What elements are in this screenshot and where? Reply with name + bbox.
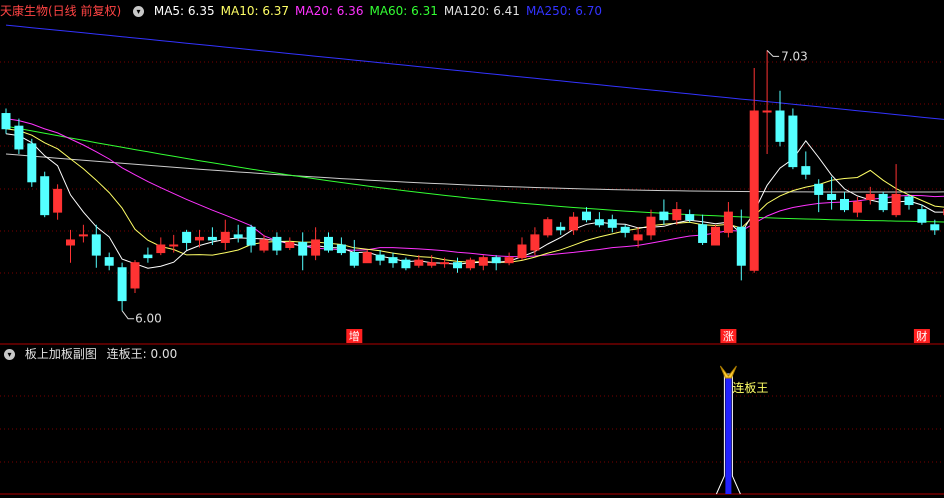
candle-body	[91, 234, 101, 256]
candle-body	[298, 241, 308, 256]
high-annotation-label: 7.03	[781, 49, 808, 63]
candle-body	[414, 259, 424, 266]
event-marker-label: 财	[916, 329, 927, 343]
low-annotation-label: 6.00	[135, 312, 162, 326]
candle-body	[788, 115, 798, 168]
candle-body	[517, 244, 527, 259]
candle-body	[930, 224, 940, 231]
candle-body	[143, 254, 153, 259]
candle-body	[362, 252, 372, 264]
candle-body	[285, 241, 295, 249]
candle-body	[711, 226, 720, 246]
candle-body	[233, 234, 243, 238]
candle-body	[917, 209, 927, 223]
candle-body	[865, 193, 875, 200]
candle-body	[453, 262, 462, 269]
candle-body	[491, 257, 501, 264]
candle-body	[375, 254, 385, 261]
candle-body	[620, 226, 630, 233]
ma-line	[5, 128, 944, 263]
candle-body	[259, 239, 269, 251]
candle-body	[736, 226, 746, 266]
candle-body	[672, 209, 682, 221]
candle-body	[117, 267, 127, 302]
candle-body	[1, 113, 11, 130]
candle-body	[749, 110, 759, 271]
candle-body	[775, 110, 785, 142]
candle-body	[607, 219, 617, 228]
candle-body	[182, 231, 192, 243]
candle-body	[569, 216, 579, 231]
candle-body	[272, 236, 282, 251]
ma-line	[5, 133, 944, 269]
candle-body	[582, 211, 591, 221]
event-marker-label: 涨	[723, 330, 734, 343]
candle-body	[698, 224, 708, 243]
candle-body	[827, 193, 837, 200]
candle-body	[556, 226, 566, 231]
candle-body	[504, 257, 514, 264]
candle-body	[530, 234, 540, 251]
event-marker-label: 增	[349, 329, 360, 343]
low-annotation-leader	[121, 310, 135, 320]
candle-body	[40, 176, 50, 216]
candle-body	[659, 211, 669, 221]
candle-body	[104, 257, 114, 266]
candle-body	[465, 259, 475, 269]
candle-body	[543, 219, 553, 236]
candle-body	[27, 143, 37, 183]
candle-body	[878, 193, 888, 211]
kline-chart[interactable]: 7.03 6.00 增 涨 财连板王	[0, 0, 944, 498]
high-annotation-leader	[766, 49, 780, 57]
ma-line	[5, 24, 944, 120]
candle-body	[427, 262, 437, 266]
candle-body	[401, 259, 411, 269]
signal-bar	[725, 376, 732, 494]
candle-body	[220, 231, 230, 243]
signal-label: 连板王	[732, 380, 768, 395]
candle-body	[349, 252, 359, 266]
candle-body	[685, 214, 695, 221]
candle-body	[723, 211, 733, 233]
candle-body	[78, 234, 88, 237]
candle-body	[246, 226, 256, 246]
candle-body	[633, 234, 643, 241]
candle-body	[130, 262, 140, 289]
signal-marker-icon	[719, 365, 737, 379]
candle-body	[594, 219, 604, 226]
candle-body	[440, 262, 450, 265]
candle-body	[311, 239, 321, 256]
candle-body	[336, 244, 346, 254]
candle-body	[904, 196, 914, 206]
candle-body	[207, 236, 217, 241]
candle-body	[891, 193, 901, 216]
candle-body	[324, 236, 333, 251]
candle-body	[388, 257, 398, 264]
candle-body	[53, 188, 63, 213]
candle-body	[840, 198, 849, 211]
candle-body	[762, 110, 772, 113]
candle-body	[646, 216, 656, 236]
candle-body	[852, 201, 862, 213]
candle-body	[66, 239, 75, 246]
candle-body	[156, 244, 166, 254]
candle-body	[195, 236, 204, 241]
candle-body	[14, 125, 24, 150]
candle-body	[814, 183, 824, 195]
candle-body	[801, 166, 811, 175]
candle-body	[169, 244, 179, 247]
candle-body	[478, 257, 488, 266]
